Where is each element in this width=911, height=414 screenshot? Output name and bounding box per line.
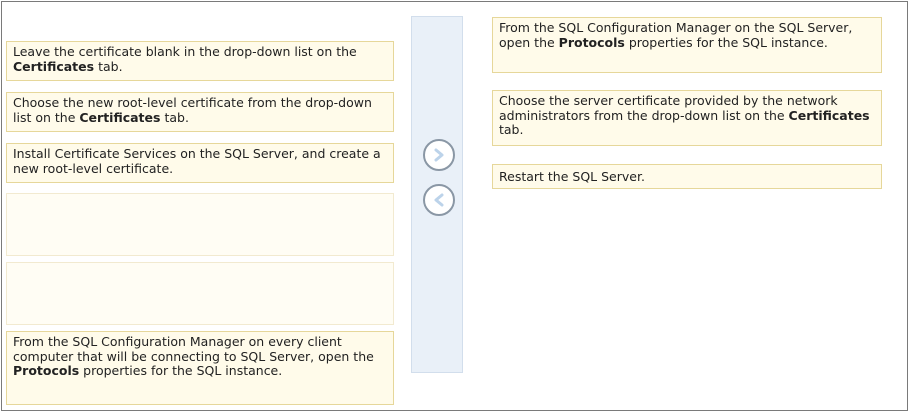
ordered-item-text: Restart the SQL Server. [499,169,645,184]
answer-item-text: tab. [94,58,123,74]
answer-item-bold: Protocols [13,363,80,378]
ordered-item-3[interactable]: Restart the SQL Server. [492,164,882,189]
empty-answer-slot[interactable] [6,262,394,325]
empty-answer-slot[interactable] [6,193,394,256]
ordered-item-text: properties for the SQL instance. [624,34,828,50]
ordered-item-bold: Certificates [788,107,870,123]
answer-item-text: Install Certificate Services on the SQL … [13,146,381,176]
answer-item-text: Choose the new root-level certificate fr… [13,95,372,125]
answer-item-4[interactable]: From the SQL Configuration Manager on ev… [6,331,394,405]
answer-item-bold: Certificates [13,58,95,74]
chevron-left-icon [434,193,444,207]
answer-item-text: tab. [160,109,189,125]
answer-item-text: From the SQL Configuration Manager on ev… [13,334,374,364]
answer-item-text: properties for the SQL instance. [79,363,283,378]
ordered-item-2[interactable]: Choose the server certificate provided b… [492,90,882,146]
ordered-item-text: Choose the server certificate provided b… [499,93,838,123]
move-left-button[interactable] [423,184,455,216]
answer-item-2[interactable]: Choose the new root-level certificate fr… [6,92,394,132]
answer-item-text: Leave the certificate blank in the drop-… [13,44,357,59]
ordered-item-1[interactable]: From the SQL Configuration Manager on th… [492,17,882,73]
answer-item-1[interactable]: Leave the certificate blank in the drop-… [6,41,394,81]
chevron-right-icon [434,148,444,162]
ordered-item-text: tab. [499,122,524,137]
answer-item-3[interactable]: Install Certificate Services on the SQL … [6,143,394,183]
move-right-button[interactable] [423,139,455,171]
ordered-item-bold: Protocols [558,34,625,50]
answer-item-bold: Certificates [79,109,161,125]
